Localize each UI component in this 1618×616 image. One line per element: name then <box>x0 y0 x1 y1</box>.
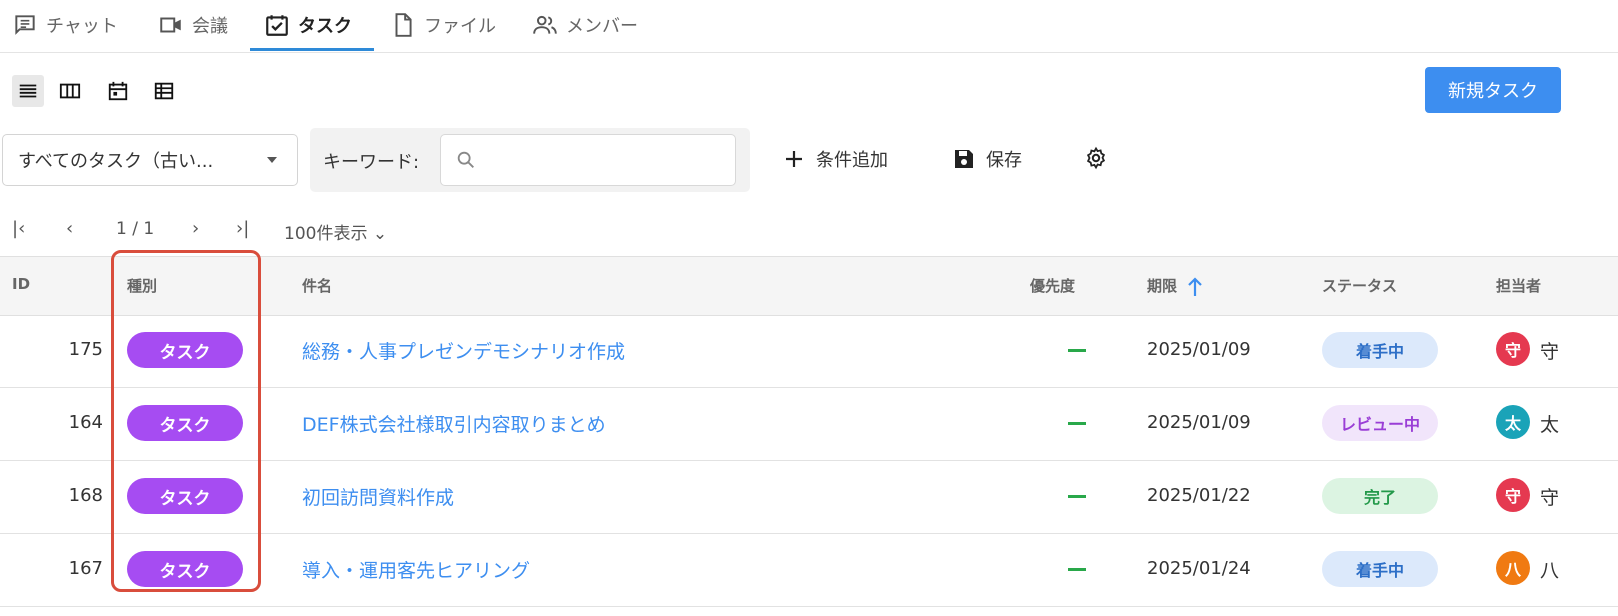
per-page-label: 100件表示 <box>284 224 368 244</box>
status-badge: レビュー中 <box>1322 405 1438 441</box>
due-date: 2025/01/09 <box>1147 339 1251 360</box>
plus-icon <box>786 151 802 167</box>
search-icon <box>457 151 474 168</box>
add-condition-label: 条件追加 <box>816 150 888 171</box>
column-header-id[interactable]: ID <box>12 275 30 293</box>
priority-none-indicator <box>1068 495 1086 498</box>
avatar: 守 <box>1496 478 1530 512</box>
assignee-name: 八 <box>1540 560 1560 582</box>
chevron-down-icon: ⌄ <box>372 224 388 244</box>
keyword-input-box[interactable] <box>440 134 736 186</box>
task-subject-link[interactable]: 導入・運用客先ヒアリング <box>302 556 530 583</box>
calendar-view-icon <box>108 81 128 101</box>
calendar-view-button[interactable] <box>102 75 134 107</box>
task-filter-value: すべてのタスク（古い... <box>18 151 214 172</box>
file-icon <box>395 13 412 37</box>
prev-page-button[interactable]: ‹ <box>66 218 73 239</box>
task-subject-link[interactable]: 総務・人事プレゼンデモシナリオ作成 <box>302 337 625 364</box>
task-id: 167 <box>68 558 103 579</box>
tab-bar: チャット 会議 タスク ファイル メンバー <box>0 0 1618 53</box>
page-indicator: 1 / 1 <box>116 219 155 239</box>
keyword-filter: キーワード: <box>310 128 750 192</box>
caret-down-icon <box>267 157 277 163</box>
avatar: 太 <box>1496 405 1530 439</box>
tab-members[interactable]: メンバー <box>532 0 638 50</box>
task-id: 175 <box>68 339 103 360</box>
column-header-status[interactable]: ステータス <box>1322 275 1397 296</box>
due-date: 2025/01/24 <box>1147 558 1251 579</box>
table-view-icon <box>154 82 174 100</box>
table-view-button[interactable] <box>148 75 180 107</box>
column-header-priority[interactable]: 優先度 <box>1030 275 1075 296</box>
per-page-select[interactable]: 100件表示 ⌄ <box>284 219 387 244</box>
column-header-subject[interactable]: 件名 <box>302 275 332 296</box>
members-icon <box>533 15 557 34</box>
last-page-button[interactable]: ›| <box>236 218 249 239</box>
tab-meeting-label: 会議 <box>192 16 228 37</box>
column-header-due-label: 期限 <box>1147 277 1178 295</box>
keyword-label: キーワード: <box>323 152 420 173</box>
settings-button[interactable] <box>1084 146 1108 170</box>
task-id: 164 <box>68 412 103 433</box>
due-date: 2025/01/22 <box>1147 485 1251 506</box>
tab-chat[interactable]: チャット <box>12 0 118 50</box>
assignee-name: 守 <box>1540 341 1560 363</box>
priority-none-indicator <box>1068 568 1086 571</box>
tab-meeting[interactable]: 会議 <box>158 0 228 50</box>
save-button[interactable]: 保存 <box>952 146 1022 172</box>
status-badge: 完了 <box>1322 478 1438 514</box>
task-check-icon <box>266 15 288 36</box>
board-view-icon <box>59 83 81 99</box>
chat-icon <box>15 15 35 35</box>
avatar: 守 <box>1496 332 1530 366</box>
task-subject-link[interactable]: 初回訪問資料作成 <box>302 483 454 510</box>
priority-none-indicator <box>1068 349 1086 352</box>
task-subject-link[interactable]: DEF株式会社様取引内容取りまとめ <box>302 410 606 437</box>
tab-tasks[interactable]: タスク <box>264 0 352 50</box>
status-badge: 着手中 <box>1322 332 1438 368</box>
avatar: 八 <box>1496 551 1530 585</box>
priority-none-indicator <box>1068 422 1086 425</box>
tab-chat-label: チャット <box>46 16 118 37</box>
status-badge: 着手中 <box>1322 551 1438 587</box>
tab-files-label: ファイル <box>424 16 496 37</box>
list-view-button[interactable] <box>12 75 44 107</box>
task-id: 168 <box>68 485 103 506</box>
tab-tasks-label: タスク <box>298 16 352 37</box>
save-icon <box>955 150 973 168</box>
list-view-icon <box>19 84 37 98</box>
column-header-assignee[interactable]: 担当者 <box>1496 275 1541 296</box>
tab-members-label: メンバー <box>566 16 638 37</box>
sort-ascending-icon <box>1188 276 1203 296</box>
add-condition-button[interactable]: 条件追加 <box>782 146 888 172</box>
type-column-highlight <box>111 250 261 592</box>
active-tab-indicator <box>250 48 374 51</box>
assignee-name: 守 <box>1540 487 1560 509</box>
first-page-button[interactable]: |‹ <box>12 218 25 239</box>
next-page-button[interactable]: › <box>192 218 199 239</box>
assignee-name: 太 <box>1540 414 1560 436</box>
board-view-button[interactable] <box>54 75 86 107</box>
save-label: 保存 <box>986 150 1022 171</box>
column-header-due[interactable]: 期限 <box>1147 275 1203 297</box>
gear-icon <box>1086 146 1106 170</box>
tab-files[interactable]: ファイル <box>390 0 496 50</box>
new-task-button[interactable]: 新規タスク <box>1425 67 1561 113</box>
due-date: 2025/01/09 <box>1147 412 1251 433</box>
video-icon <box>160 17 181 33</box>
task-filter-select[interactable]: すべてのタスク（古い... <box>2 134 298 186</box>
keyword-input[interactable] <box>485 145 729 177</box>
